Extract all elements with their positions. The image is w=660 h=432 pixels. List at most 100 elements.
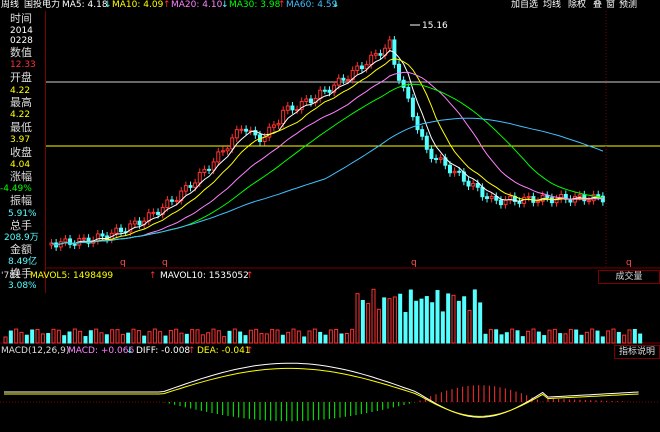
overlay-button[interactable]: 叠 (593, 0, 602, 11)
candle-body (397, 63, 401, 81)
volume-bar (286, 331, 291, 344)
candle-body (174, 200, 179, 203)
volume-bar (488, 329, 493, 344)
volume-bar (387, 298, 392, 344)
volume-bar (200, 334, 205, 344)
volume-bar (67, 331, 72, 344)
candle-body (424, 135, 429, 150)
volume-bar (318, 331, 323, 344)
volume-bar (158, 331, 163, 344)
candle-body (475, 183, 480, 188)
change-label: 涨幅 (10, 170, 32, 183)
candles-group (49, 35, 605, 251)
volume-bar (520, 336, 525, 344)
diff-arrow: ↑ (188, 346, 196, 356)
candle-body (401, 79, 406, 88)
volume-bar (174, 328, 179, 344)
marker-q-3: q (411, 258, 417, 268)
close-label: 收盘 (10, 146, 32, 159)
period-label[interactable]: 周线 (1, 0, 19, 11)
volume-bar (179, 332, 184, 344)
diff-line (4, 362, 639, 418)
volume-bar (83, 336, 88, 344)
candle-body (100, 233, 105, 237)
candle-body (485, 196, 490, 199)
volume-bar (339, 333, 344, 344)
candle-body (216, 151, 221, 163)
ma30-value: MA30: 3.98 (229, 0, 281, 10)
volume-label: 总手 (10, 219, 32, 232)
volume-bar (238, 331, 243, 344)
candle-body (220, 150, 225, 153)
candle-body (517, 200, 522, 204)
amplitude-label: 振幅 (10, 194, 32, 207)
candle-body (202, 168, 207, 173)
candle-body (457, 170, 462, 173)
candle-body (151, 211, 156, 214)
candle-body (183, 185, 188, 192)
candle-body (137, 220, 142, 226)
volume-bar (307, 330, 312, 344)
value-label: 数值 (10, 46, 32, 59)
volume-bar (600, 336, 605, 344)
volume-bar (334, 328, 339, 344)
candle-body (434, 157, 439, 160)
volume-bar (366, 303, 371, 344)
volume-bar (526, 330, 531, 344)
macd-chart[interactable] (0, 357, 660, 432)
macd-arrow: ↓ (126, 346, 134, 356)
volume-bar (478, 302, 483, 344)
volume-bar (515, 330, 520, 344)
ma30-arrow: ↑ (278, 0, 286, 10)
candle-body (318, 89, 323, 100)
candlestick-chart[interactable]: 15.16 q q q q (46, 11, 660, 269)
volume-bar (3, 336, 8, 344)
mavol5-arrow: ↑ (149, 271, 157, 281)
volume-bar (120, 333, 125, 344)
window-button[interactable]: 窗 (606, 0, 615, 11)
ma20-value: MA20: 4.10 (171, 0, 223, 10)
volume-bar (627, 329, 632, 344)
marker-q-2: q (162, 258, 168, 268)
candle-body (304, 98, 309, 103)
volume-bar (35, 328, 40, 344)
candle-body (132, 220, 137, 225)
volume-bar (323, 334, 328, 344)
candle-body (526, 196, 531, 199)
candle-body (438, 157, 443, 160)
candle-body (406, 86, 411, 99)
volume-bar (8, 330, 13, 344)
volume-bar (622, 334, 627, 344)
volume-bar (46, 333, 51, 344)
volume-bar (355, 293, 360, 344)
amount-label: 金额 (10, 243, 32, 256)
candle-body (577, 194, 582, 197)
ma-button[interactable]: 均线 (543, 0, 561, 11)
volume-bar (206, 332, 211, 344)
candle-body (447, 164, 452, 174)
candle-body (410, 97, 415, 118)
macd-lines-group (4, 362, 639, 418)
diff-value: DIFF: -0.008 (136, 346, 191, 356)
candle-body (420, 129, 425, 137)
ex-rights-button[interactable]: 除权 (568, 0, 586, 11)
volume-bar (547, 329, 552, 344)
volume-bar (392, 296, 397, 344)
volume-left-value: '781 (1, 271, 21, 281)
candle-body (81, 237, 86, 240)
volume-bar (131, 328, 136, 344)
forecast-button[interactable]: 预测 (619, 0, 637, 11)
volume-bar (414, 300, 419, 344)
volume-chart[interactable] (0, 282, 660, 344)
ma60-value: MA60: 4.59 (286, 0, 338, 10)
volume-bar (382, 297, 387, 344)
dea-arrow: ↑ (246, 346, 254, 356)
volume-bar (62, 335, 67, 344)
volume-bar (616, 331, 621, 344)
candle-body (359, 65, 364, 70)
volume-bar (606, 330, 611, 344)
ma20-arrow: ↓ (221, 0, 229, 10)
candle-body (308, 98, 313, 104)
add-watchlist-button[interactable]: 加自选 (511, 0, 538, 11)
mavol10-value: MAVOL10: 1535052 (160, 271, 249, 281)
